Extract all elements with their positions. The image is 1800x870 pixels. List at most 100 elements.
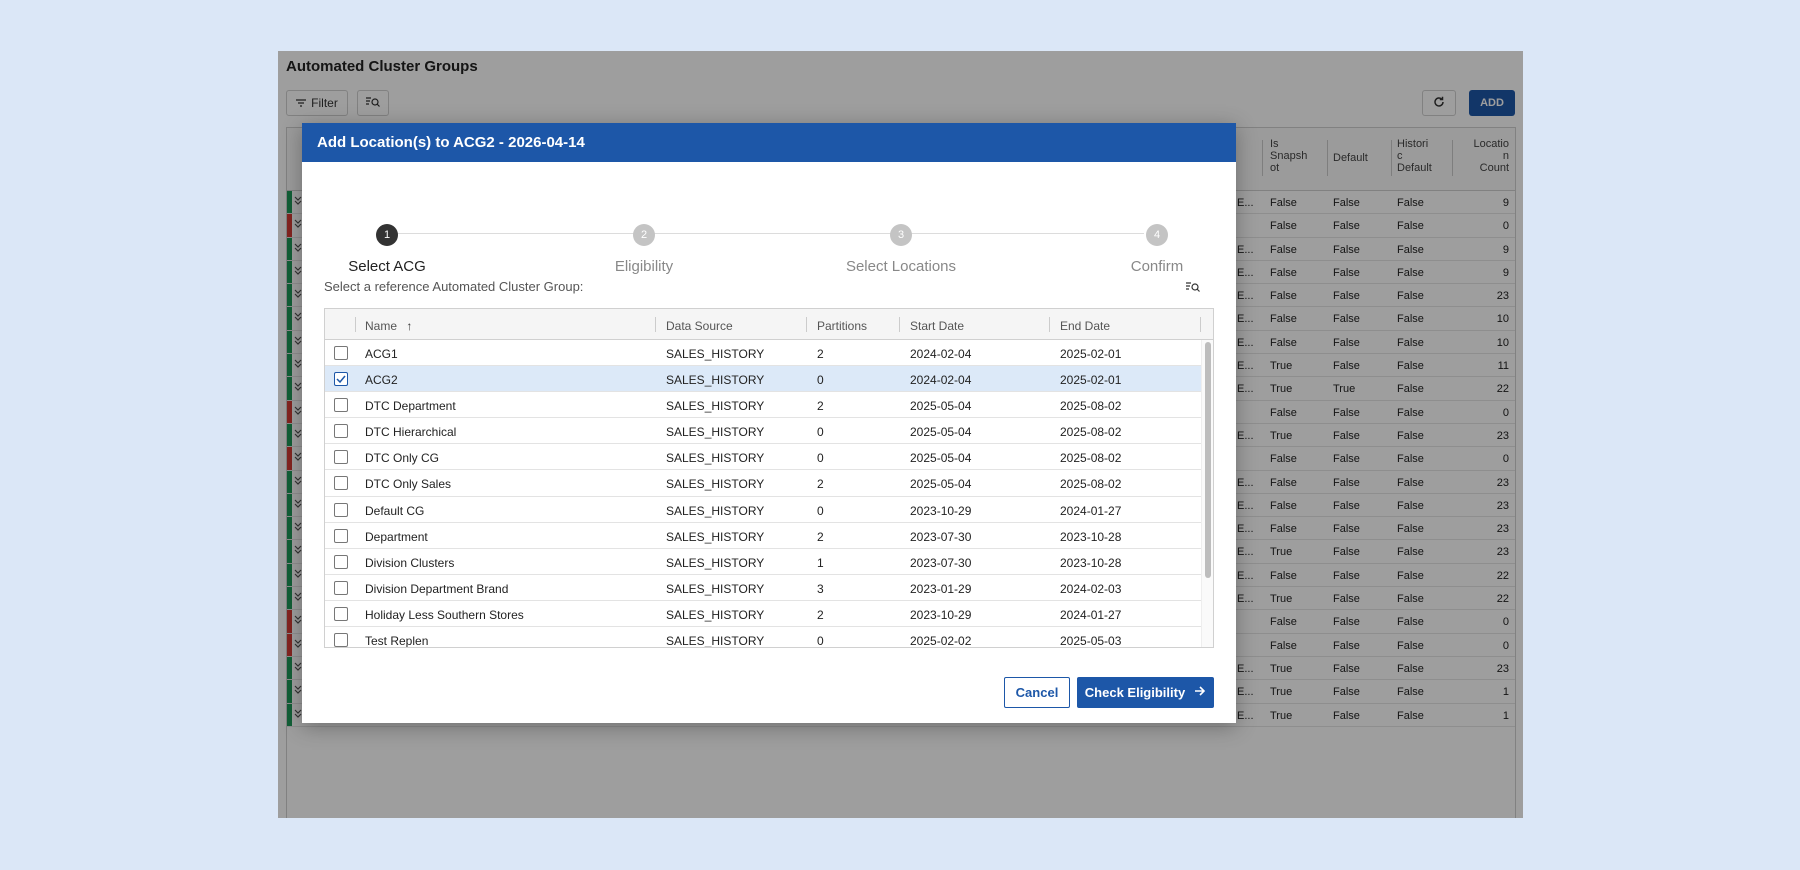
data-source-cell: SALES_HISTORY bbox=[666, 451, 765, 466]
partitions-cell: 0 bbox=[817, 634, 824, 648]
end-date-cell: 2024-02-03 bbox=[1060, 581, 1122, 596]
col-name-label: Name bbox=[365, 319, 398, 333]
step-select-acg: 1 Select ACG bbox=[307, 224, 467, 275]
search-list-icon[interactable] bbox=[1186, 279, 1206, 295]
start-date-cell: 2023-10-29 bbox=[910, 503, 972, 518]
grid-body: ACG1 SALES_HISTORY 2 2024-02-04 2025-02-01 AC… bbox=[325, 340, 1213, 648]
partitions-cell: 0 bbox=[817, 425, 824, 440]
end-date-cell: 2023-10-28 bbox=[1060, 555, 1122, 570]
reference-label: Select a reference Automated Cluster Gro… bbox=[324, 279, 584, 294]
grid-row[interactable]: DTC Only Sales SALES_HISTORY 2 2025-05-04 20… bbox=[325, 470, 1213, 497]
data-source-cell: SALES_HISTORY bbox=[666, 399, 765, 414]
row-checkbox[interactable] bbox=[334, 450, 348, 465]
row-checkbox[interactable] bbox=[334, 580, 348, 595]
column-separator bbox=[655, 317, 656, 332]
step-label: Eligibility bbox=[614, 258, 674, 275]
start-date-cell: 2023-01-29 bbox=[910, 581, 972, 596]
stepper-line bbox=[394, 233, 1144, 234]
start-date-cell: 2025-05-04 bbox=[910, 451, 972, 466]
row-checkbox[interactable] bbox=[334, 424, 348, 439]
grid-scrollbar[interactable] bbox=[1201, 340, 1213, 647]
partitions-cell: 2 bbox=[817, 477, 824, 492]
partitions-cell: 2 bbox=[817, 347, 824, 361]
grid-row[interactable]: DTC Only CG SALES_HISTORY 0 2025-05-04 2025-… bbox=[325, 444, 1213, 471]
start-date-cell: 2025-05-04 bbox=[910, 399, 972, 414]
col-end-date[interactable]: End Date bbox=[1060, 319, 1110, 333]
grid-row[interactable]: Division Department Brand SALES_HISTORY 3 2… bbox=[325, 575, 1213, 601]
step-select-locations: 3 Select Locations bbox=[821, 224, 981, 275]
cancel-button[interactable]: Cancel bbox=[1004, 677, 1070, 708]
end-date-cell: 2025-08-02 bbox=[1060, 451, 1122, 466]
row-checkbox[interactable] bbox=[334, 372, 348, 387]
column-separator bbox=[806, 317, 807, 332]
name-cell: ACG2 bbox=[365, 373, 398, 388]
end-date-cell: 2024-01-27 bbox=[1060, 607, 1122, 622]
modal-title: Add Location(s) to ACG2 - 2026-04-14 bbox=[302, 123, 1236, 162]
step-number: 2 bbox=[633, 224, 655, 246]
end-date-cell: 2025-02-01 bbox=[1060, 373, 1122, 388]
end-date-cell: 2025-02-01 bbox=[1060, 347, 1122, 361]
partitions-cell: 2 bbox=[817, 399, 824, 414]
grid-row[interactable]: Department SALES_HISTORY 2 2023-07-30 2023-1… bbox=[325, 523, 1213, 549]
step-number: 1 bbox=[376, 224, 398, 246]
column-separator bbox=[899, 317, 900, 332]
name-cell: Holiday Less Southern Stores bbox=[365, 607, 524, 622]
add-location-modal: Add Location(s) to ACG2 - 2026-04-14 1 S… bbox=[302, 123, 1236, 723]
end-date-cell: 2024-01-27 bbox=[1060, 503, 1122, 518]
end-date-cell: 2025-08-02 bbox=[1060, 425, 1122, 440]
sort-asc-icon: ↑ bbox=[406, 319, 413, 333]
grid-row[interactable]: Default CG SALES_HISTORY 0 2023-10-29 2024-0… bbox=[325, 497, 1213, 523]
col-start-date[interactable]: Start Date bbox=[910, 319, 964, 333]
checkmark-icon bbox=[336, 375, 346, 384]
row-checkbox[interactable] bbox=[334, 633, 348, 647]
start-date-cell: 2024-02-04 bbox=[910, 373, 972, 388]
row-checkbox[interactable] bbox=[334, 502, 348, 517]
start-date-cell: 2024-02-04 bbox=[910, 347, 972, 361]
step-confirm: 4 Confirm bbox=[1077, 224, 1237, 275]
column-separator bbox=[355, 317, 356, 332]
end-date-cell: 2023-10-28 bbox=[1060, 529, 1122, 544]
data-source-cell: SALES_HISTORY bbox=[666, 607, 765, 622]
partitions-cell: 2 bbox=[817, 529, 824, 544]
grid-row[interactable]: DTC Hierarchical SALES_HISTORY 0 2025-05-04… bbox=[325, 418, 1213, 445]
grid-row[interactable]: ACG1 SALES_HISTORY 2 2024-02-04 2025-02-01 bbox=[325, 340, 1213, 367]
col-data-source[interactable]: Data Source bbox=[666, 319, 733, 333]
name-cell: ACG1 bbox=[365, 347, 398, 361]
start-date-cell: 2023-10-29 bbox=[910, 607, 972, 622]
column-separator bbox=[1049, 317, 1050, 332]
data-source-cell: SALES_HISTORY bbox=[666, 425, 765, 440]
grid-row[interactable]: ACG2 SALES_HISTORY 0 2024-02-04 2025-02-01 bbox=[325, 366, 1213, 393]
data-source-cell: SALES_HISTORY bbox=[666, 503, 765, 518]
data-source-cell: SALES_HISTORY bbox=[666, 347, 765, 361]
name-cell: DTC Only CG bbox=[365, 451, 440, 466]
data-source-cell: SALES_HISTORY bbox=[666, 555, 765, 570]
row-checkbox[interactable] bbox=[334, 476, 348, 491]
partitions-cell: 3 bbox=[817, 581, 824, 596]
col-partitions[interactable]: Partitions bbox=[817, 319, 867, 333]
end-date-cell: 2025-08-02 bbox=[1060, 399, 1122, 414]
scrollbar-thumb[interactable] bbox=[1205, 342, 1211, 578]
check-eligibility-label: Check Eligibility bbox=[1084, 685, 1186, 700]
row-checkbox[interactable] bbox=[334, 554, 348, 569]
name-cell: DTC Hierarchical bbox=[365, 425, 457, 440]
start-date-cell: 2025-02-02 bbox=[910, 634, 972, 648]
start-date-cell: 2025-05-04 bbox=[910, 477, 972, 492]
grid-row[interactable]: Holiday Less Southern Stores SALES_HISTOR… bbox=[325, 601, 1213, 628]
name-cell: DTC Department bbox=[365, 399, 456, 414]
row-checkbox[interactable] bbox=[334, 398, 348, 413]
check-eligibility-button[interactable]: Check Eligibility bbox=[1077, 677, 1214, 708]
partitions-cell: 0 bbox=[817, 373, 824, 388]
grid-row[interactable]: Test Replen SALES_HISTORY 0 2025-02-02 2025-… bbox=[325, 627, 1213, 648]
grid-row[interactable]: Division Clusters SALES_HISTORY 1 2023-07-3… bbox=[325, 549, 1213, 575]
data-source-cell: SALES_HISTORY bbox=[666, 477, 765, 492]
row-checkbox[interactable] bbox=[334, 346, 348, 360]
data-source-cell: SALES_HISTORY bbox=[666, 373, 765, 388]
name-cell: Default CG bbox=[365, 503, 425, 518]
grid-row[interactable]: DTC Department SALES_HISTORY 2 2025-05-04 20… bbox=[325, 392, 1213, 419]
row-checkbox[interactable] bbox=[334, 528, 348, 543]
start-date-cell: 2023-07-30 bbox=[910, 555, 972, 570]
col-name[interactable]: Name ↑ bbox=[365, 319, 412, 333]
start-date-cell: 2023-07-30 bbox=[910, 529, 972, 544]
row-checkbox[interactable] bbox=[334, 606, 348, 621]
name-cell: Test Replen bbox=[365, 634, 429, 648]
